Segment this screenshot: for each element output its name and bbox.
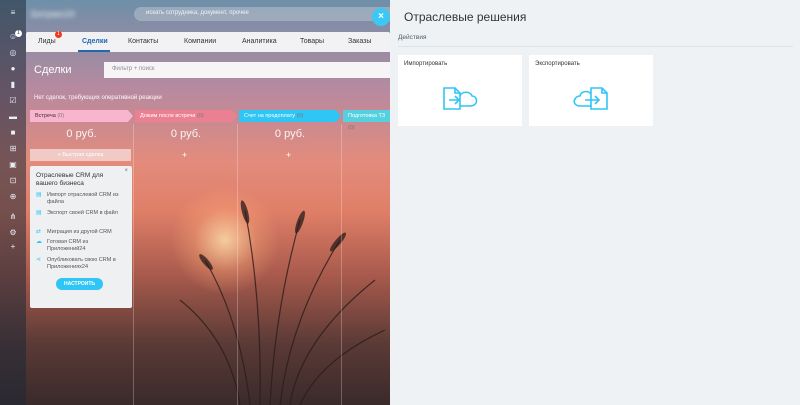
column-divider [341, 124, 342, 405]
stage-meeting[interactable]: Встреча (0) [30, 110, 133, 122]
close-icon[interactable]: × [124, 168, 128, 174]
tab-leads[interactable]: Лиды [38, 38, 56, 45]
tab-deals[interactable]: Сделки [82, 38, 108, 45]
tab-contacts[interactable]: Контакты [128, 38, 158, 45]
stage-sum: 0 руб. [66, 128, 97, 140]
chart-icon[interactable]: ▮ [8, 80, 18, 90]
widget-item-label: Миграция из другой CRM [47, 229, 112, 235]
add-deal-button[interactable]: + [182, 150, 187, 160]
close-panel-button[interactable]: × [372, 8, 390, 26]
add-deal-button[interactable]: + [286, 150, 291, 160]
tile-label: Экспортировать [535, 61, 580, 67]
active-tab-indicator [78, 50, 110, 52]
notification-badge: 1 [15, 30, 22, 37]
column-divider [237, 124, 238, 405]
plus-circle-icon[interactable]: ⊕ [8, 192, 18, 202]
briefcase-icon[interactable]: ■ [8, 128, 18, 138]
cloud-export-icon [573, 87, 608, 110]
cloud-import-icon [443, 87, 478, 110]
search-input[interactable]: искать сотрудника, документ, прочее [134, 7, 396, 21]
tab-analytics[interactable]: Аналитика [242, 38, 277, 45]
sitemap-icon[interactable]: ⋔ [8, 212, 18, 222]
task-icon[interactable]: ☑ [8, 96, 18, 106]
add-icon[interactable]: + [8, 242, 18, 252]
grid-icon[interactable]: ⊡ [8, 176, 18, 186]
widget-item-label: Экспорт своей CRM в файл [47, 210, 118, 216]
configure-button[interactable]: НАСТРОИТЬ [56, 278, 103, 290]
mail-icon[interactable]: ▬ [8, 112, 18, 122]
stage-spec[interactable]: Подготовка ТЗ (0) [343, 110, 390, 131]
cloud-icon: ☁ [36, 239, 42, 245]
tab-products[interactable]: Товары [300, 38, 324, 45]
stage-label: Дожим после встречи [140, 113, 196, 119]
industry-solutions-panel: Отраслевые решения Действия Импортироват… [390, 0, 800, 405]
page-title: Сделки [34, 64, 72, 76]
quick-deal-button[interactable]: + Быстрая сделка [30, 149, 131, 161]
filter-placeholder: Фильтр + поиск [112, 66, 155, 72]
file-export-icon: ▤ [36, 210, 42, 216]
close-icon: × [378, 11, 384, 22]
column-divider [133, 124, 134, 405]
stage-followup[interactable]: Дожим после встречи (0) [135, 110, 237, 122]
filter-search-input[interactable]: Фильтр + поиск [104, 62, 390, 78]
menu-icon[interactable]: ≡ [8, 8, 18, 18]
export-tile[interactable]: Экспортировать [529, 55, 653, 126]
stage-count: (0) [57, 113, 65, 119]
industry-crm-widget: × Отраслевые CRM для вашего бизнеса ▤ Им… [30, 166, 132, 308]
stage-label: Счет на предоплату [244, 113, 296, 119]
calendar-icon[interactable]: ▣ [8, 160, 18, 170]
stage-count: (0) [348, 125, 355, 131]
stage-sum: 0 руб. [170, 128, 202, 140]
file-import-icon: ▤ [36, 192, 42, 198]
chat-icon[interactable]: ● [8, 64, 18, 74]
tab-orders[interactable]: Заказы [348, 38, 371, 45]
widget-item-label: Импорт отраслевой CRM из файла [47, 192, 119, 205]
gear-icon[interactable]: ⚙ [8, 228, 18, 238]
widget-title: Отраслевые CRM для вашего бизнеса [36, 172, 104, 187]
logo[interactable]: Битрикс24 [31, 9, 75, 19]
stage-sum: 0 руб. [274, 128, 306, 140]
cart-icon[interactable]: ⊞ [8, 144, 18, 154]
section-divider [398, 46, 793, 47]
stage-count: (0) [296, 113, 304, 119]
share-icon: ⋖ [36, 257, 42, 263]
no-deals-message: Нет сделок, требующих оперативной реакци… [34, 95, 162, 101]
search-placeholder: искать сотрудника, документ, прочее [146, 10, 249, 16]
actions-section-label: Действия [398, 34, 427, 41]
leads-badge: 1 [55, 31, 62, 38]
tile-label: Импортировать [404, 61, 448, 67]
panel-title: Отраслевые решения [404, 10, 527, 24]
stage-label: Встреча [35, 113, 56, 119]
stage-count: (0) [196, 113, 204, 119]
widget-item-label: Опубликовать свою CRM в Приложениях24 [47, 257, 116, 270]
target-icon[interactable]: ◎ [8, 48, 18, 58]
migration-icon: ⇄ [36, 229, 42, 235]
stage-invoice[interactable]: Счет на предоплату (0) [239, 110, 341, 122]
top-header: Битрикс24 искать сотрудника, документ, п… [26, 0, 396, 28]
import-tile[interactable]: Импортировать [398, 55, 522, 126]
stage-label: Подготовка ТЗ [348, 113, 386, 119]
crm-tabs: Лиды 1 Сделки Контакты Компании Аналитик… [26, 31, 390, 52]
left-sidebar: ≡ ☺ 1 ◎ ● ▮ ☑ ▬ ■ ⊞ ▣ ⊡ ⊕ ⋔ ⚙ + [0, 0, 26, 405]
tab-companies[interactable]: Компании [184, 38, 216, 45]
widget-item-label: Готовая CRM из Приложений24 [47, 239, 89, 252]
